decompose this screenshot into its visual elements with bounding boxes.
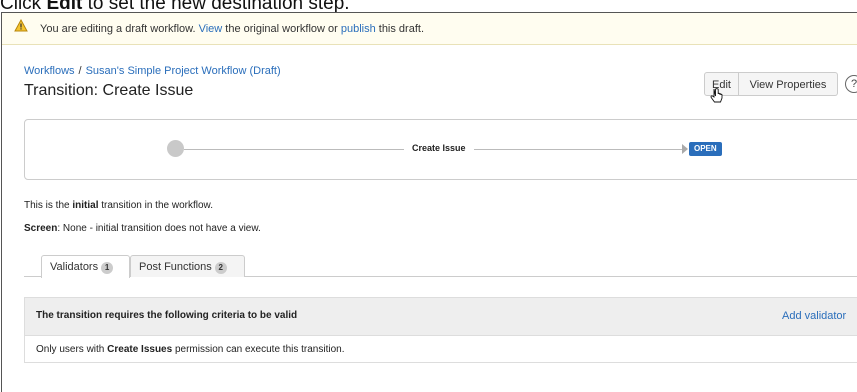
note-bold: initial — [72, 200, 99, 211]
initial-node — [167, 140, 184, 157]
screen-info: Screen: None - initial transition does n… — [24, 223, 261, 234]
tab-post-functions[interactable]: Post Functions 2 — [130, 255, 245, 277]
screen-value: : None - initial transition does not hav… — [57, 223, 261, 234]
banner-text: the original workflow or — [222, 23, 341, 35]
view-properties-button[interactable]: View Properties — [739, 72, 838, 96]
warning-icon — [14, 13, 30, 45]
tab-label: Validators — [50, 261, 99, 273]
transition-label[interactable]: Create Issue — [412, 143, 466, 153]
validators-heading: The transition requires the following cr… — [36, 310, 298, 321]
tab-validators[interactable]: Validators 1 — [41, 255, 130, 278]
publish-link[interactable]: publish — [341, 23, 376, 35]
breadcrumb-separator: / — [78, 65, 82, 77]
page-title: Transition: Create Issue — [24, 82, 194, 99]
transition-line — [184, 149, 404, 150]
count-badge: 1 — [101, 262, 114, 274]
arrow-head-icon — [682, 144, 688, 154]
validator-row: Only users with Create Issues permission… — [36, 344, 345, 355]
screen-label: Screen — [24, 223, 58, 234]
breadcrumb: Workflows / Susan's Simple Project Workflo… — [24, 65, 281, 77]
count-badge: 2 — [214, 262, 227, 274]
validator-permission: Create Issues — [107, 344, 173, 355]
view-original-link[interactable]: View — [199, 23, 223, 35]
note-text: transition in the workflow. — [98, 200, 213, 211]
validators-panel: The transition requires the following cr… — [24, 297, 857, 363]
breadcrumb-workflows[interactable]: Workflows — [24, 65, 75, 77]
tab-label: Post Functions — [139, 261, 212, 273]
status-open-lozenge[interactable]: OPEN — [689, 142, 722, 156]
transition-diagram: Create Issue OPEN — [24, 119, 857, 180]
banner-text: You are editing a draft workflow. — [40, 23, 199, 35]
add-validator-link[interactable]: Add validator — [782, 310, 846, 322]
validators-panel-header: The transition requires the following cr… — [25, 298, 857, 336]
initial-transition-note: This is the initial transition in the wo… — [24, 200, 213, 211]
breadcrumb-current[interactable]: Susan's Simple Project Workflow (Draft) — [86, 65, 281, 77]
transition-line — [474, 149, 682, 150]
hand-cursor-icon — [710, 88, 724, 111]
help-icon[interactable]: ? — [845, 75, 857, 93]
banner-text: this draft. — [375, 23, 424, 35]
validator-text: permission can execute this transition. — [172, 344, 345, 355]
draft-warning-banner: You are editing a draft workflow. View t… — [2, 13, 857, 45]
validator-text: Only users with — [36, 344, 108, 355]
note-text: This is the — [24, 200, 73, 211]
